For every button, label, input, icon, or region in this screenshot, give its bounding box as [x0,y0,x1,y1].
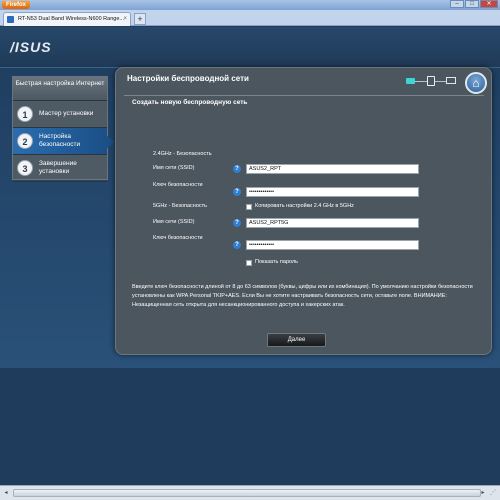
wizard-sidebar: Быстрая настройка Интернет 1 Мастер уста… [12,76,115,182]
key5-label: Ключ безопасности [153,235,203,241]
asus-logo: /ISUS [10,39,52,55]
copy-settings-label: Копировать настройки 2.4 GHz в 5GHz [255,203,354,209]
security-description: Введите ключ безопасности длиной от 8 до… [132,284,473,308]
help-icon[interactable]: ? [233,165,241,173]
link-line [435,81,446,82]
active-pointer-icon [107,136,115,148]
sidebar-item-label: Настройка безопасности [39,133,81,148]
help-icon[interactable]: ? [233,241,241,249]
sidebar-item-security[interactable]: 2 Настройка безопасности [13,128,115,155]
sidebar-item-finish[interactable]: 3 Завершение установки [13,155,107,182]
router-page: /ISUS Быстрая настройка Интернет 1 Масте… [0,27,500,485]
help-icon[interactable]: ? [233,219,241,227]
window-controls: – □ ✕ [449,0,498,8]
key24-input[interactable]: ••••••••••••• [246,187,419,197]
show-password-label: Показать пароль [255,259,299,265]
maximize-button[interactable]: □ [465,0,479,8]
show-password-checkbox[interactable] [246,260,252,266]
ssid5-label: Имя сети (SSID) [153,219,195,225]
modem-icon [406,78,415,84]
window-titlebar: Firefox – □ ✕ [0,0,500,10]
sidebar-title: Быстрая настройка Интернет [13,77,107,101]
browser-tab[interactable]: RT-N53 Dual Band Wireless-N600 Range... … [3,12,131,26]
new-tab-button[interactable]: + [134,13,146,25]
scroll-thumb[interactable] [13,489,481,497]
computer-icon [446,77,456,84]
copy-settings-checkbox[interactable] [246,204,252,210]
tab-bar: RT-N53 Dual Band Wireless-N600 Range... … [0,10,500,26]
page-header: /ISUS [0,27,500,68]
scroll-right-icon[interactable]: ▸ [478,488,488,498]
divider [124,95,484,96]
section-title: Создать новую беспроводную сеть [132,99,248,106]
next-button[interactable]: Далее [267,333,326,347]
link-line [415,81,427,82]
wireless-settings-panel: Настройки беспроводной сети ⌂ Создать но… [115,67,492,355]
network-map-icon [406,76,458,86]
ssid24-input[interactable]: ASUS2_RPT [246,164,419,174]
step-number: 1 [17,106,33,122]
router-icon [427,76,435,86]
resize-grip-icon[interactable]: ⋰ [490,489,499,498]
ssid5-input[interactable]: ASUS2_RPT5G [246,218,419,228]
key5-input[interactable]: ••••••••••••• [246,240,419,250]
step-number: 3 [17,160,33,176]
minimize-button[interactable]: – [450,0,464,8]
close-window-button[interactable]: ✕ [480,0,498,8]
band24-label: 2.4GHz - Безопасность [153,151,212,157]
ssid24-label: Имя сети (SSID) [153,165,195,171]
page-title: Настройки беспроводной сети [127,74,249,83]
sidebar-item-label: Мастер установки [39,110,94,117]
horizontal-scrollbar[interactable]: ◂ ▸ ⋰ [0,485,500,500]
home-button[interactable]: ⌂ [465,72,487,94]
favicon-icon [7,16,14,23]
tab-title: RT-N53 Dual Band Wireless-N600 Range... [18,16,124,22]
key24-label: Ключ безопасности [153,182,203,188]
sidebar-item-label: Завершение установки [39,160,77,175]
step-number: 2 [17,133,33,149]
scroll-left-icon[interactable]: ◂ [1,488,11,498]
band5-label: 5GHz - Безопасность [153,203,208,209]
help-icon[interactable]: ? [233,188,241,196]
tab-close-icon[interactable]: × [123,13,127,26]
firefox-menu-button[interactable]: Firefox [2,1,31,9]
sidebar-item-setup-wizard[interactable]: 1 Мастер установки [13,101,107,128]
